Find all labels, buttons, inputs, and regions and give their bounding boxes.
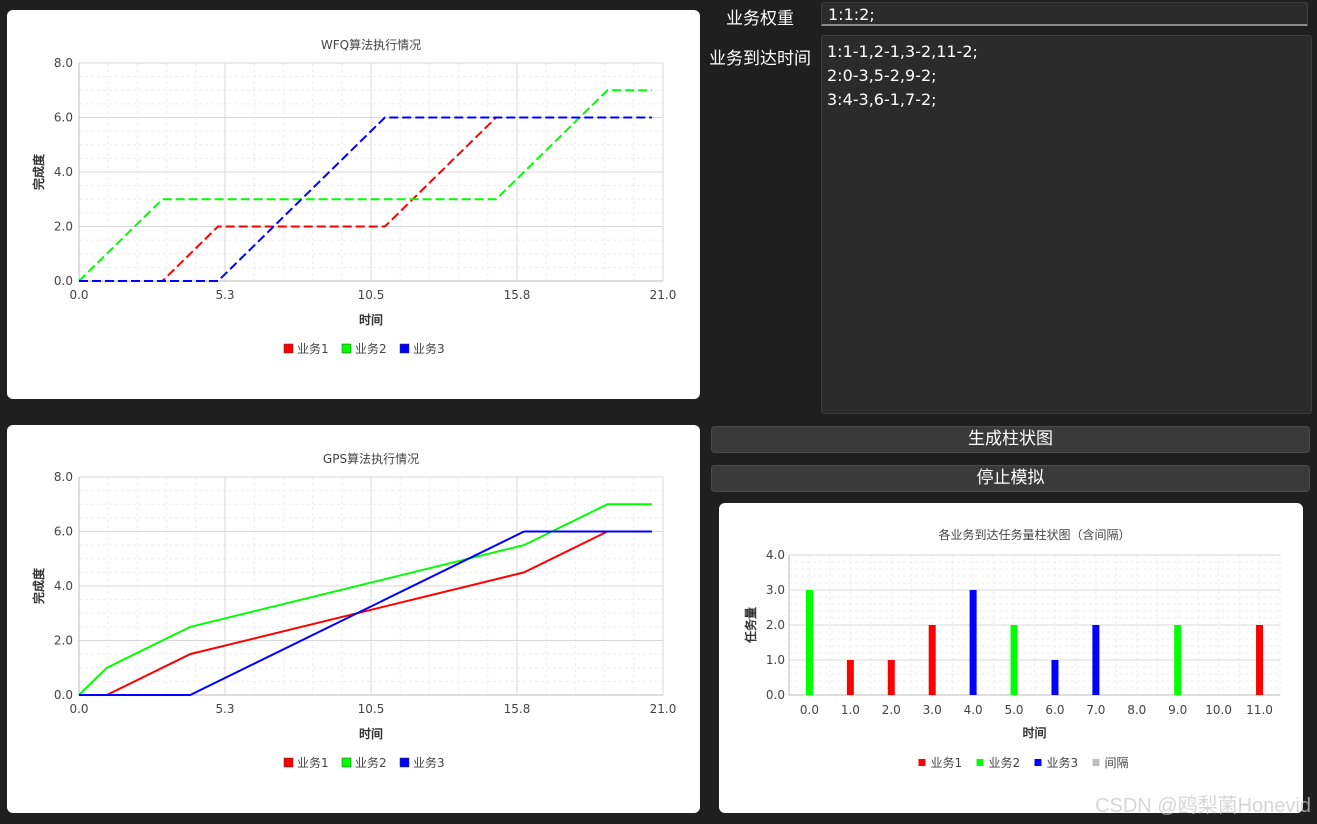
generate-bar-chart-button[interactable]: 生成柱状图 xyxy=(711,426,1310,453)
arrival-bar-chart: 各业务到达任务量柱状图（含间隔） 0.0 1.0 2.0 3.0 4.0 0.0 1.0 2.0… xyxy=(743,527,1281,770)
legend-swatch xyxy=(918,759,926,766)
y-axis-label: 完成度 xyxy=(31,153,46,190)
x-tick-label: 0.0 xyxy=(69,288,88,302)
y-tick-label: 1.0 xyxy=(766,653,785,667)
y-tick-label: 4.0 xyxy=(54,579,73,593)
y-axis-label: 任务量 xyxy=(743,607,758,644)
weights-label: 业务权重 xyxy=(726,9,794,29)
legend-label: 业务1 xyxy=(297,755,329,770)
y-tick-label: 4.0 xyxy=(54,165,73,179)
legend-swatch xyxy=(1092,759,1100,766)
legend-swatch xyxy=(341,757,352,768)
bar-1 xyxy=(846,660,854,695)
watermark: CSDN @鸥梨菌Honevid xyxy=(1095,795,1311,817)
x-axis-label: 时间 xyxy=(359,726,383,741)
x-tick-label: 0.0 xyxy=(69,702,88,716)
x-axis-label: 时间 xyxy=(1022,725,1046,740)
x-tick-label: 4.0 xyxy=(964,703,983,717)
bar-2 xyxy=(1010,625,1018,695)
x-tick-label: 2.0 xyxy=(882,703,901,717)
x-tick-label: 10.5 xyxy=(358,702,385,716)
x-tick-label: 10.0 xyxy=(1205,703,1232,717)
y-tick-label: 8.0 xyxy=(54,56,73,70)
legend-label: 业务2 xyxy=(355,755,387,770)
x-tick-label: 8.0 xyxy=(1127,703,1146,717)
y-tick-label: 6.0 xyxy=(54,111,73,125)
legend-swatch xyxy=(976,759,984,766)
y-tick-label: 6.0 xyxy=(54,525,73,539)
y-tick-label: 3.0 xyxy=(766,583,785,597)
x-tick-label: 21.0 xyxy=(650,702,677,716)
arrival-bar-chart-panel: 各业务到达任务量柱状图（含间隔） 0.0 1.0 2.0 3.0 4.0 0.0 1.0 2.0… xyxy=(719,503,1303,813)
legend-label: 间隔 xyxy=(1105,756,1129,770)
legend-label: 业务2 xyxy=(355,341,387,356)
bar-2 xyxy=(805,590,813,695)
bar-1 xyxy=(1256,625,1264,695)
legend-label: 业务3 xyxy=(1047,755,1079,770)
x-tick-label: 5.0 xyxy=(1004,703,1023,717)
bar-3 xyxy=(1051,660,1059,695)
arrivals-label: 业务到达时间 xyxy=(709,49,811,69)
y-tick-label: 4.0 xyxy=(766,548,785,562)
bar-3 xyxy=(1092,625,1100,695)
y-tick-label: 0.0 xyxy=(54,274,73,288)
legend-label: 业务3 xyxy=(413,341,445,356)
wfq-chart: WFQ算法执行情况 0.0 5.3 10.5 15.8 21.0 0.0 2.0 4.0 6.0 8… xyxy=(31,37,677,356)
legend-label: 业务2 xyxy=(989,755,1021,770)
x-tick-label: 10.5 xyxy=(358,288,385,302)
chart-title: 各业务到达任务量柱状图（含间隔） xyxy=(938,527,1130,542)
legend-swatch xyxy=(1034,759,1042,766)
gps-chart-panel: GPS算法执行情况 0.0 5.3 10.5 15.8 21.0 0.0 2.0 4.0 6.0 8… xyxy=(7,425,700,813)
y-tick-label: 8.0 xyxy=(54,470,73,484)
legend-swatch xyxy=(399,757,410,768)
y-tick-label: 0.0 xyxy=(766,688,785,702)
x-tick-label: 5.3 xyxy=(215,288,234,302)
x-tick-label: 15.8 xyxy=(504,702,531,716)
bar-2 xyxy=(1174,625,1182,695)
x-tick-label: 0.0 xyxy=(800,703,819,717)
x-tick-label: 7.0 xyxy=(1086,703,1105,717)
chart-title: WFQ算法执行情况 xyxy=(321,37,421,52)
x-tick-label: 1.0 xyxy=(841,703,860,717)
x-tick-label: 11.0 xyxy=(1246,703,1273,717)
x-tick-label: 6.0 xyxy=(1045,703,1064,717)
y-tick-label: 0.0 xyxy=(54,688,73,702)
y-tick-label: 2.0 xyxy=(54,220,73,234)
legend-swatch xyxy=(399,343,410,354)
bar-1 xyxy=(887,660,895,695)
legend-swatch xyxy=(341,343,352,354)
bar-3 xyxy=(969,590,977,695)
y-axis-label: 完成度 xyxy=(31,567,46,604)
bar-1 xyxy=(928,625,936,695)
legend-label: 业务1 xyxy=(297,341,329,356)
wfq-chart-panel: WFQ算法执行情况 0.0 5.3 10.5 15.8 21.0 0.0 2.0 4.0 6.0 8… xyxy=(7,10,700,399)
x-tick-label: 3.0 xyxy=(923,703,942,717)
x-tick-label: 15.8 xyxy=(504,288,531,302)
legend-swatch xyxy=(283,757,294,768)
x-axis-label: 时间 xyxy=(359,312,383,327)
x-tick-label: 9.0 xyxy=(1168,703,1187,717)
gps-chart: GPS算法执行情况 0.0 5.3 10.5 15.8 21.0 0.0 2.0 4.0 6.0 8… xyxy=(31,451,677,770)
legend-swatch xyxy=(283,343,294,354)
x-tick-label: 5.3 xyxy=(215,702,234,716)
legend-label: 业务1 xyxy=(931,755,963,770)
arrivals-textarea[interactable]: 1:1-1,2-1,3-2,11-2; 2:0-3,5-2,9-2; 3:4-3… xyxy=(821,35,1312,414)
stop-simulation-button[interactable]: 停止模拟 xyxy=(711,465,1310,492)
y-tick-label: 2.0 xyxy=(766,618,785,632)
x-tick-label: 21.0 xyxy=(650,288,677,302)
chart-title: GPS算法执行情况 xyxy=(323,451,419,466)
y-tick-label: 2.0 xyxy=(54,634,73,648)
legend-label: 业务3 xyxy=(413,755,445,770)
weights-input[interactable]: 1:1:2; xyxy=(821,2,1308,26)
